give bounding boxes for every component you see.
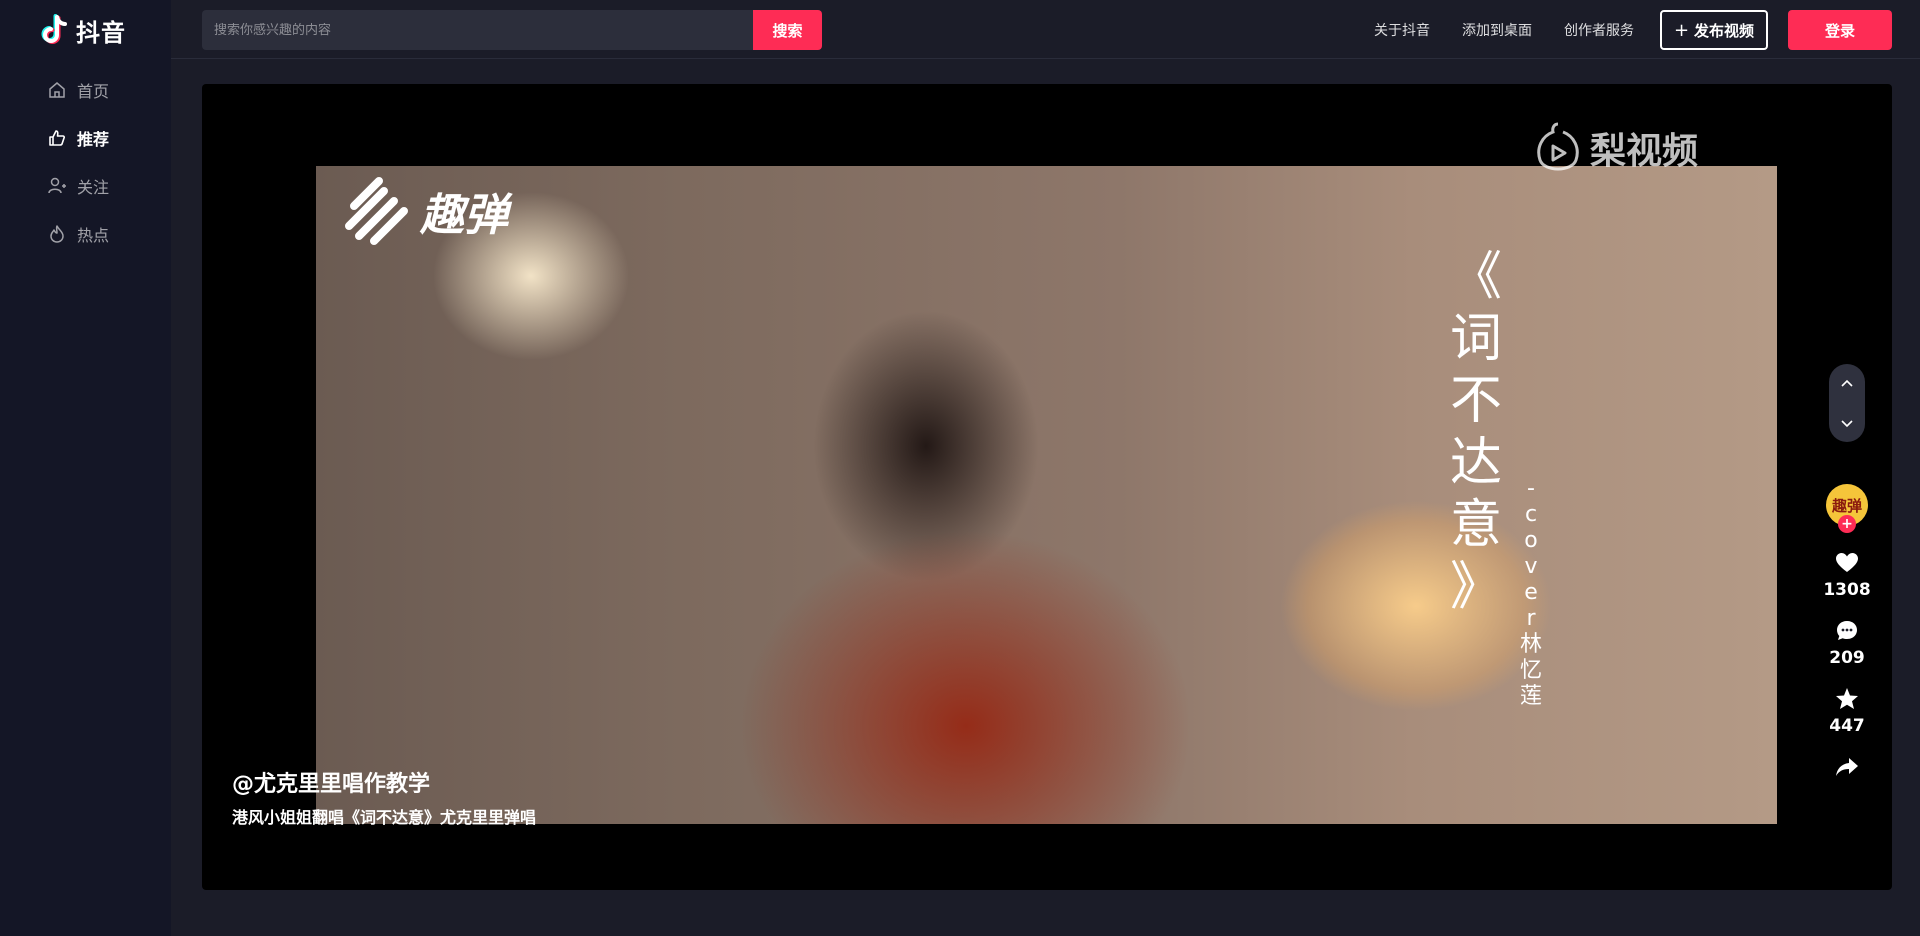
share-arrow-icon xyxy=(1836,758,1858,776)
sidebar-item-recommend[interactable]: 推荐 xyxy=(47,126,109,150)
cover-char: o xyxy=(1524,528,1538,553)
comment-action[interactable]: 209 xyxy=(1821,618,1873,668)
cover-char: - xyxy=(1527,476,1535,501)
cover-char: e xyxy=(1524,580,1538,605)
sidebar-item-label: 热点 xyxy=(77,226,110,245)
header-links: 关于抖音 添加到桌面 创作者服务 + 发布视频 登录 xyxy=(1374,10,1892,50)
sidebar-item-label: 推荐 xyxy=(77,130,110,149)
search-input[interactable] xyxy=(214,22,754,38)
chevron-down-icon[interactable] xyxy=(1839,415,1855,431)
video-watermark-left-text: 趣弹 xyxy=(420,190,508,241)
publish-video-label: 发布视频 xyxy=(1694,21,1755,40)
cover-char: 莲 xyxy=(1519,684,1542,709)
flame-icon xyxy=(50,225,64,243)
title-char: 词 xyxy=(1449,309,1502,369)
author-avatar[interactable]: 趣弹 + xyxy=(1826,484,1868,533)
cover-char: 忆 xyxy=(1519,658,1542,683)
side-actions: 趣弹 + 1308 209 447 xyxy=(1821,484,1873,780)
cover-char: c xyxy=(1524,502,1538,527)
video-author[interactable]: @尤克里里唱作教学 xyxy=(232,766,536,798)
video-nav-pill xyxy=(1829,364,1865,442)
plus-icon: + xyxy=(1673,19,1690,41)
cover-char: v xyxy=(1524,554,1538,579)
douyin-logo-icon xyxy=(41,14,67,44)
avatar-text: 趣弹 xyxy=(1831,496,1862,515)
title-char: 达 xyxy=(1449,433,1502,493)
title-char: 意 xyxy=(1449,495,1502,555)
video-song-title: 《 词 不 达 意 》 xyxy=(1446,246,1506,618)
publish-video-button[interactable]: + 发布视频 xyxy=(1660,10,1768,50)
video-frame[interactable]: 趣弹 《 词 不 达 意 》 - c o v e r 林 忆 莲 xyxy=(316,166,1777,824)
cover-char: r xyxy=(1526,606,1536,631)
video-watermark-left: 趣弹 xyxy=(344,176,508,246)
video-watermark-right: 梨视频 xyxy=(1532,120,1698,176)
comment-count: 209 xyxy=(1829,648,1865,668)
title-char: 《 xyxy=(1449,247,1502,307)
video-watermark-right-text: 梨视频 xyxy=(1590,131,1699,172)
sidebar-item-label: 首页 xyxy=(77,82,110,101)
douyin-logo[interactable]: 抖音 xyxy=(40,12,126,48)
star-icon xyxy=(1836,688,1858,709)
sidebar-item-hot[interactable]: 热点 xyxy=(47,222,109,246)
about-douyin-link[interactable]: 关于抖音 xyxy=(1374,20,1430,40)
like-action[interactable]: 1308 xyxy=(1821,550,1873,600)
sidebar-item-label: 关注 xyxy=(77,178,110,197)
chevron-up-icon[interactable] xyxy=(1839,376,1855,392)
brand-name: 抖音 xyxy=(76,18,126,47)
follow-plus-icon[interactable]: + xyxy=(1838,515,1856,533)
video-caption: @尤克里里唱作教学 港风小姐姐翻唱《词不达意》尤克里里弹唱 xyxy=(232,766,536,828)
comment-icon xyxy=(1837,621,1857,640)
like-count: 1308 xyxy=(1823,580,1871,600)
sidebar: 抖音 首页 推荐 关注 热点 xyxy=(0,0,171,936)
top-bar: 搜索 关于抖音 添加到桌面 创作者服务 + 发布视频 登录 xyxy=(171,0,1920,59)
add-to-desktop-link[interactable]: 添加到桌面 xyxy=(1462,20,1532,40)
qutan-logo-icon xyxy=(345,177,408,245)
thumbs-up-icon xyxy=(49,130,65,146)
home-icon xyxy=(49,82,65,98)
pear-video-logo-icon xyxy=(1537,122,1579,171)
sidebar-nav: 首页 推荐 关注 热点 xyxy=(47,78,109,270)
favorite-action[interactable]: 447 xyxy=(1821,686,1873,736)
login-button[interactable]: 登录 xyxy=(1788,10,1892,50)
cover-char: 林 xyxy=(1519,632,1542,657)
search-box xyxy=(202,10,754,50)
creator-service-link[interactable]: 创作者服务 xyxy=(1564,20,1634,40)
heart-icon xyxy=(1836,553,1858,572)
title-char: 》 xyxy=(1449,557,1502,617)
video-cover-credit: - c o v e r 林 忆 莲 xyxy=(1516,476,1546,710)
title-char: 不 xyxy=(1449,371,1502,431)
favorite-count: 447 xyxy=(1829,716,1865,736)
search-button[interactable]: 搜索 xyxy=(753,10,822,50)
video-description: 港风小姐姐翻唱《词不达意》尤克里里弹唱 xyxy=(232,808,537,827)
share-action[interactable] xyxy=(1821,754,1873,780)
sidebar-item-follow[interactable]: 关注 xyxy=(47,174,109,198)
follow-user-icon xyxy=(48,177,66,194)
sidebar-item-home[interactable]: 首页 xyxy=(47,78,109,102)
